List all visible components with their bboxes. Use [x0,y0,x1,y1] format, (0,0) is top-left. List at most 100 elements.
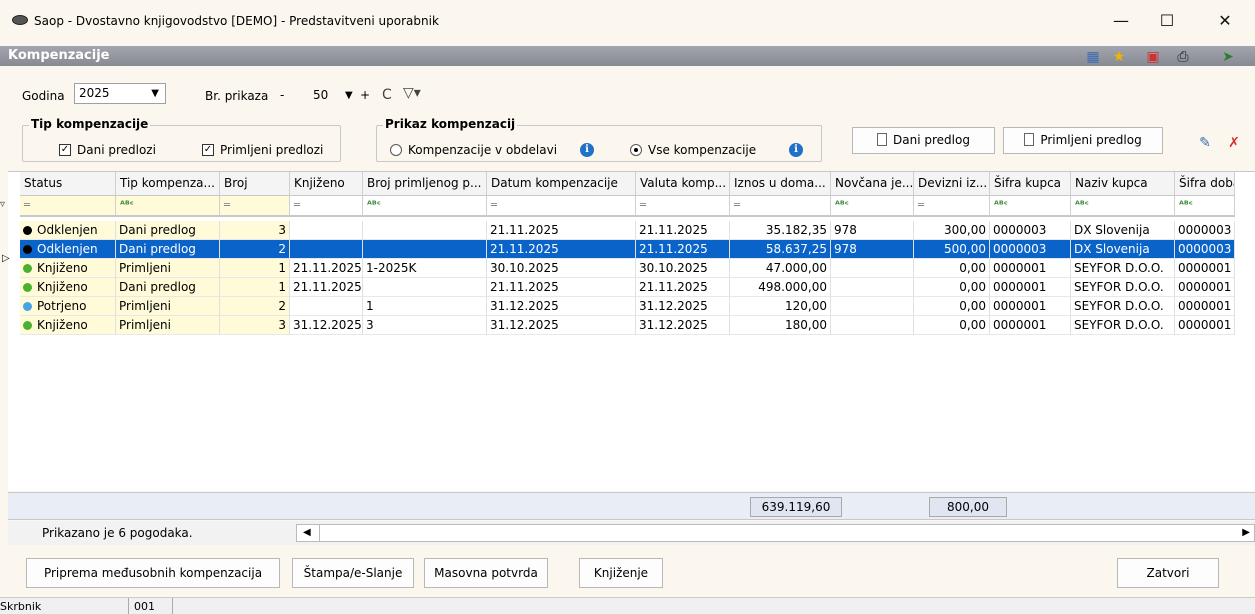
vse-kompenzacije-label: Vse kompenzacije [648,143,757,157]
column-header-devizni[interactable]: Devizni iz... [914,172,990,196]
priprema-button[interactable]: Priprema međusobnih kompenzacija [26,558,280,588]
cell-devizni: 0,00 [914,278,990,297]
column-header-knjizeno[interactable]: Knjiženo [290,172,363,196]
primljeni-predlog-button[interactable]: Primljeni predlog [1003,127,1163,154]
scroll-left-icon[interactable]: ◀ [303,527,311,538]
vse-kompenzacije-radio[interactable] [630,144,642,156]
cell-knjizeno: 21.11.2025 [290,278,363,297]
table-row[interactable]: Knjiženo Dani predlog 1 21.11.2025 21.11.202… [8,278,1255,297]
filter-cell-naziv-kupca[interactable] [1071,196,1175,217]
minus-button[interactable]: - [280,88,284,102]
plus-button[interactable]: + [360,88,370,102]
column-header-novcana[interactable]: Novčana je... [831,172,914,196]
cell-knjizeno [290,297,363,316]
cell-tip: Dani predlog [116,240,220,259]
status-dot-icon [23,264,32,273]
cell-sifra-dob: 0000003 [1175,221,1235,240]
status-text: Knjiženo [37,318,88,332]
filter-cell-datum[interactable] [487,196,636,217]
delete-icon[interactable]: ✗ [1226,135,1242,151]
filter-cell-status[interactable] [20,196,116,217]
kompenzacije-grid[interactable]: Status Tip kompenza... Broj Knjiženo Broj pr… [8,171,1255,491]
module-title: Kompenzacije [8,48,110,63]
zatvori-button[interactable]: Zatvori [1117,558,1219,588]
br-prikaza-value[interactable]: 50 [313,88,328,102]
filter-cell-broj-primljenog[interactable] [363,196,487,217]
filter-cell-novcana[interactable] [831,196,914,217]
stampa-button[interactable]: Štampa/e-Slanje [292,558,414,588]
cell-sifra-dob: 0000001 [1175,259,1235,278]
filter-cell-iznos[interactable] [730,196,831,217]
status-row: Prikazano je 6 pogodaka. ◀ ▶ [8,521,1255,545]
column-header-broj[interactable]: Broj [220,172,290,196]
totals-row: 639.119,60 800,00 [8,492,1255,520]
filter-cell-tip[interactable] [116,196,220,217]
info-icon[interactable]: i [789,143,803,157]
column-header-valuta[interactable]: Valuta komp... [636,172,730,196]
cell-valuta: 21.11.2025 [636,221,730,240]
filter-cell-sifra-dob[interactable] [1175,196,1235,217]
horizontal-scrollbar[interactable]: ◀ ▶ [296,524,1255,542]
table-row[interactable]: Knjiženo Primljeni 1 21.11.2025 1-2025K 30.10… [8,259,1255,278]
cell-datum: 30.10.2025 [487,259,636,278]
cell-tip: Primljeni [116,259,220,278]
cell-broj: 1 [220,278,290,297]
cell-devizni: 300,00 [914,221,990,240]
table-row[interactable]: Odklenjen Dani predlog 3 21.11.2025 21.11.20… [8,221,1255,240]
cell-sifra-dob: 0000001 [1175,278,1235,297]
cell-valuta: 31.12.2025 [636,297,730,316]
cell-broj: 3 [220,316,290,335]
primljeni-predlog-label: Primljeni predlog [1040,133,1142,147]
edit-icon[interactable]: ✎ [1197,135,1213,151]
column-header-broj-primljenog[interactable]: Broj primljenog p... [363,172,487,196]
cell-novcana [831,297,914,316]
chevron-down-icon[interactable]: ▼ [345,90,353,101]
godina-select[interactable]: 2025 ▼ [74,83,166,104]
column-header-sifra-kupca[interactable]: Šifra kupca [990,172,1071,196]
filter-cell-devizni[interactable] [914,196,990,217]
column-header-naziv-kupca[interactable]: Naziv kupca [1071,172,1175,196]
cell-devizni: 0,00 [914,297,990,316]
kompenzacije-v-obdelavi-label: Kompenzacije v obdelavi [408,143,558,157]
status-dot-icon [23,245,32,254]
dani-predlog-button[interactable]: Dani predlog [852,127,995,154]
minimize-button[interactable]: — [1101,8,1141,34]
filter-icon[interactable]: ▽▾ [403,85,421,101]
column-header-status[interactable]: Status [20,172,116,196]
kompenzacije-v-obdelavi-radio[interactable] [390,144,402,156]
print-icon[interactable]: ⎙ [1175,49,1191,65]
grid-icon[interactable]: ▦ [1085,49,1101,65]
exit-icon[interactable]: ➤ [1220,49,1236,65]
column-header-iznos[interactable]: Iznos u doma... [730,172,831,196]
column-header-sifra-dob[interactable]: Šifra dobav [1175,172,1235,196]
dani-predlozi-checkbox[interactable]: ✓ [59,144,71,156]
scroll-right-icon[interactable]: ▶ [1242,527,1250,538]
column-header-tip[interactable]: Tip kompenza... [116,172,220,196]
cell-sifra-kupca: 0000003 [990,221,1071,240]
cell-status: Potrjeno [20,297,116,316]
filter-cell-valuta[interactable] [636,196,730,217]
filter-cell-knjizeno[interactable] [290,196,363,217]
table-row[interactable]: Odklenjen Dani predlog 2 21.11.2025 21.11.20… [8,240,1255,259]
close-window-button[interactable]: ✕ [1205,8,1245,34]
primljeni-predlozi-checkbox[interactable]: ✓ [202,144,214,156]
table-row[interactable]: Knjiženo Primljeni 3 31.12.2025 3 31.12.2025 3… [8,316,1255,335]
info-icon[interactable]: i [580,143,594,157]
dani-predlozi-label: Dani predlozi [77,143,156,157]
tip-kompenzacije-title: Tip kompenzacije [29,117,151,131]
filter-cell-sifra-kupca[interactable] [990,196,1071,217]
star-icon[interactable]: ★ [1111,49,1127,65]
maximize-button[interactable]: ☐ [1147,8,1187,34]
table-row[interactable]: Potrjeno Primljeni 2 1 31.12.2025 31.12.2025 1… [8,297,1255,316]
pdf-icon[interactable]: ▣ [1145,49,1161,65]
masovna-potvrda-button[interactable]: Masovna potvrda [424,558,548,588]
cell-valuta: 30.10.2025 [636,259,730,278]
status-dot-icon [23,283,32,292]
filter-cell-broj[interactable] [220,196,290,217]
module-header: Kompenzacije [0,46,1255,66]
column-header-datum[interactable]: Datum kompenzacije [487,172,636,196]
refresh-icon[interactable]: C [382,87,392,103]
app-icon [12,15,28,25]
status-text: Knjiženo [37,261,88,275]
knjizenje-button[interactable]: Knjiženje [579,558,663,588]
